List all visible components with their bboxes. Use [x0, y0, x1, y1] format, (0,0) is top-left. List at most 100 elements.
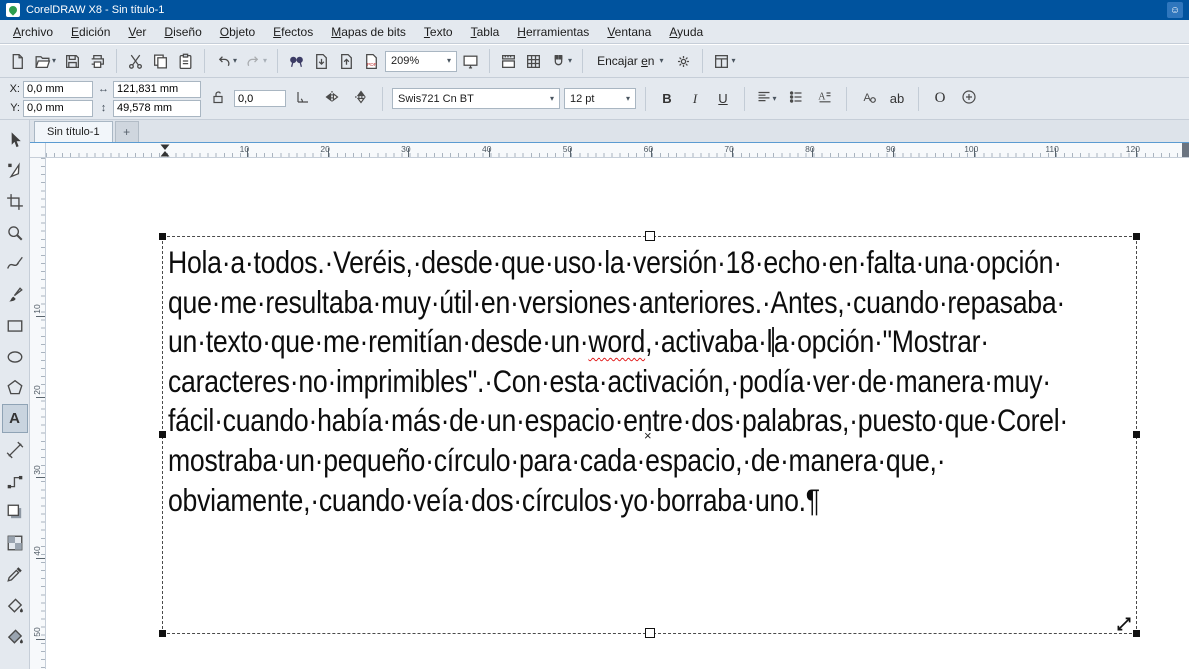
new-document-tab-button[interactable]: +: [115, 121, 139, 142]
selection-handle-bottom-right[interactable]: [1133, 630, 1140, 637]
undo-button[interactable]: ▾: [212, 48, 240, 74]
ruler-number: 40: [482, 144, 491, 154]
angle-button[interactable]: [290, 86, 315, 111]
ruler-corner[interactable]: [30, 143, 46, 158]
menu-efectos[interactable]: Efectos: [264, 22, 322, 42]
italic-button[interactable]: I: [683, 87, 707, 111]
menu-diseño[interactable]: Diseño: [155, 22, 210, 42]
bold-button[interactable]: B: [655, 87, 679, 111]
drawing-canvas[interactable]: Hola·a·todos.·Veréis,·desde·que·uso·la·v…: [46, 158, 1189, 669]
pick-tool[interactable]: [2, 125, 28, 154]
export-button[interactable]: [335, 48, 358, 74]
menu-archivo[interactable]: Archivo: [4, 22, 62, 42]
quick-customize-button[interactable]: [956, 86, 981, 111]
new-document-button[interactable]: [6, 48, 29, 74]
menu-objeto[interactable]: Objeto: [211, 22, 264, 42]
transparency-tool[interactable]: [2, 528, 28, 557]
fit-to-combo[interactable]: Encajar en▾: [590, 54, 670, 68]
paragraph-text-frame[interactable]: Hola·a·todos.·Veréis,·desde·que·uso·la·v…: [162, 236, 1137, 634]
edit-text-button[interactable]: ab: [885, 87, 909, 111]
cut-button[interactable]: [124, 48, 147, 74]
color-eyedropper-tool[interactable]: [2, 559, 28, 588]
text-line[interactable]: Hola·a·todos.·Veréis,·desde·que·uso·la·v…: [168, 243, 1068, 283]
parallel-dimension-tool[interactable]: [2, 435, 28, 464]
text-line[interactable]: que·me·resultaba·muy·útil·en·versiones·a…: [168, 283, 1068, 323]
drop-shadow-tool[interactable]: [2, 497, 28, 526]
font-size-combo[interactable]: 12 pt ▾: [564, 88, 636, 109]
ellipse-tool[interactable]: [2, 342, 28, 371]
object-width-input[interactable]: [113, 81, 201, 98]
import-button[interactable]: [310, 48, 333, 74]
outline-button[interactable]: O: [928, 87, 952, 111]
lock-ratio-button[interactable]: [205, 86, 230, 111]
rectangle-tool[interactable]: [2, 311, 28, 340]
selection-center-mark[interactable]: ×: [644, 429, 652, 442]
text-line[interactable]: obviamente,·cuando·veía·dos·círculos·yo·…: [168, 481, 1068, 521]
drop-cap-button[interactable]: A: [812, 86, 837, 111]
font-family-combo[interactable]: Swis721 Cn BT ▾: [392, 88, 560, 109]
search-replace-button[interactable]: [285, 48, 308, 74]
save-button[interactable]: [61, 48, 84, 74]
crop-tool[interactable]: [2, 187, 28, 216]
rotation-angle-input[interactable]: [234, 90, 286, 107]
menu-ayuda[interactable]: Ayuda: [660, 22, 712, 42]
document-tab[interactable]: Sin título-1: [34, 121, 113, 142]
smart-fill-tool[interactable]: [2, 621, 28, 650]
ruler-origin-marker[interactable]: [160, 144, 170, 157]
menu-tabla[interactable]: Tabla: [462, 22, 509, 42]
account-icon[interactable]: ☺: [1167, 2, 1183, 18]
options-button[interactable]: [672, 48, 695, 74]
horizontal-ruler[interactable]: 102030405060708090100110120: [46, 143, 1189, 158]
selection-handle-top-left[interactable]: [159, 233, 166, 240]
snap-to-button[interactable]: ▾: [547, 48, 575, 74]
menu-texto[interactable]: Texto: [415, 22, 462, 42]
selection-handle-middle-left[interactable]: [159, 431, 166, 438]
text-line[interactable]: fácil·cuando·había·más·de·un·espacio·ent…: [168, 401, 1068, 441]
menu-herramientas[interactable]: Herramientas: [508, 22, 598, 42]
text-alignment-button[interactable]: ▾: [754, 86, 779, 111]
selection-handle-bottom-left[interactable]: [159, 630, 166, 637]
y-position-input[interactable]: [23, 100, 93, 117]
x-position-input[interactable]: [23, 81, 93, 98]
menu-edición[interactable]: Edición: [62, 22, 119, 42]
character-formatting-button[interactable]: A: [856, 86, 881, 111]
text-flow-tab-top[interactable]: [645, 231, 655, 241]
bulleted-list-button[interactable]: [783, 86, 808, 111]
freehand-tool[interactable]: [2, 249, 28, 278]
show-grid-button[interactable]: [522, 48, 545, 74]
menu-ver[interactable]: Ver: [119, 22, 155, 42]
polygon-tool[interactable]: [2, 373, 28, 402]
open-button[interactable]: ▾: [31, 48, 59, 74]
show-rulers-button[interactable]: [497, 48, 520, 74]
selection-handle-middle-right[interactable]: [1133, 431, 1140, 438]
shape-tool[interactable]: [2, 156, 28, 185]
text-line[interactable]: mostraba·un·pequeño·círculo·para·cada·es…: [168, 441, 1068, 481]
paste-button[interactable]: [174, 48, 197, 74]
fullscreen-preview-button[interactable]: [459, 48, 482, 74]
mirror-horizontal-button[interactable]: [319, 86, 344, 111]
publish-pdf-button[interactable]: PDF: [360, 48, 383, 74]
menu-ventana[interactable]: Ventana: [598, 22, 660, 42]
artistic-media-icon: [6, 286, 24, 304]
underline-button[interactable]: U: [711, 87, 735, 111]
window-layout-button[interactable]: ▾: [710, 48, 738, 74]
object-height-input[interactable]: [113, 100, 201, 117]
export-icon: [338, 53, 355, 70]
copy-button[interactable]: [149, 48, 172, 74]
text-line[interactable]: un·texto·que·me·remitían·desde·un·word,·…: [168, 322, 1068, 362]
print-button[interactable]: [86, 48, 109, 74]
redo-button[interactable]: ▾: [242, 48, 270, 74]
selection-handle-top-right[interactable]: [1133, 233, 1140, 240]
text-line[interactable]: caracteres·no·imprimibles".·Con·esta·act…: [168, 362, 1068, 402]
artistic-media-tool[interactable]: [2, 280, 28, 309]
zoom-level-combo[interactable]: 209%▾: [385, 51, 457, 72]
toolbar-separator: [116, 49, 117, 73]
mirror-vertical-button[interactable]: [348, 86, 373, 111]
connector-tool[interactable]: [2, 466, 28, 495]
text-tool[interactable]: A: [2, 404, 28, 433]
menu-mapas-de-bits[interactable]: Mapas de bits: [322, 22, 415, 42]
interactive-fill-tool[interactable]: [2, 590, 28, 619]
zoom-tool[interactable]: [2, 218, 28, 247]
text-flow-tab-bottom[interactable]: [645, 628, 655, 638]
vertical-ruler[interactable]: 1020304050: [30, 158, 46, 669]
